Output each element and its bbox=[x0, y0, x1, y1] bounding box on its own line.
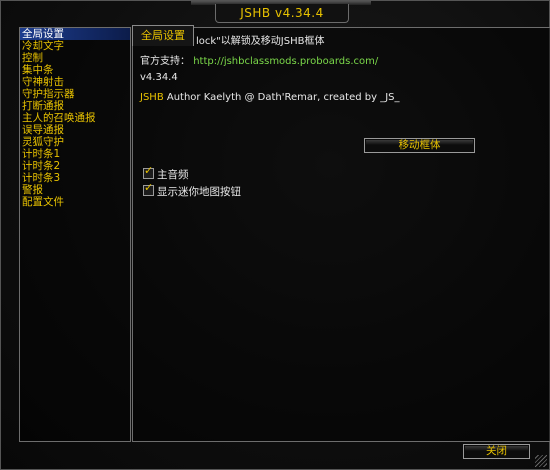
sidebar-item-aspect-indicator[interactable]: 守护指示器 bbox=[20, 88, 130, 100]
move-frames-label: 移动框体 bbox=[398, 139, 441, 151]
sidebar-item-cooldown-text[interactable]: 冷却文字 bbox=[20, 40, 130, 52]
checkmark-icon: ✓ bbox=[144, 181, 154, 194]
minimap-button-label: 显示迷你地图按钮 bbox=[157, 186, 241, 198]
credit-addon-name: JSHB bbox=[140, 92, 164, 103]
sidebar-item-global-settings[interactable]: 全局设置 bbox=[20, 28, 130, 40]
addon-options-window: JSHB v4.34.4 全局设置 冷却文字 控制 集中条 守神射击 守护指示器… bbox=[0, 0, 550, 470]
support-label: 官方支持： bbox=[140, 56, 190, 67]
sidebar-item-timer-bar-3[interactable]: 计时条3 bbox=[20, 172, 130, 184]
minimap-button-option[interactable]: ✓ 显示迷你地图按钮 bbox=[143, 181, 241, 198]
move-frames-button[interactable]: 移动框体 bbox=[364, 138, 475, 153]
panel-tab-global-settings[interactable]: 全局设置 bbox=[132, 25, 194, 46]
close-label: 关闭 bbox=[486, 445, 507, 457]
sidebar-item-alerts[interactable]: 警报 bbox=[20, 184, 130, 196]
unlock-instruction: lock"以解锁及移动JSHB框体 bbox=[196, 36, 325, 47]
master-audio-option[interactable]: ✓ 主音频 bbox=[143, 164, 189, 181]
minimap-button-checkbox[interactable]: ✓ bbox=[143, 181, 154, 196]
version-text: v4.34.4 bbox=[140, 72, 178, 83]
window-title: JSHB v4.34.4 bbox=[215, 4, 349, 23]
credit-author: Author Kaelyth @ Dath'Remar, created by … bbox=[163, 92, 400, 103]
master-audio-label: 主音频 bbox=[157, 169, 189, 181]
checkmark-icon: ✓ bbox=[144, 164, 154, 177]
sidebar-item-misdirect-announce[interactable]: 误导通报 bbox=[20, 124, 130, 136]
close-button[interactable]: 关闭 bbox=[463, 444, 530, 459]
sidebar-item-aspect-of-fox[interactable]: 灵狐守护 bbox=[20, 136, 130, 148]
sidebar-item-interrupt-announce[interactable]: 打断通报 bbox=[20, 100, 130, 112]
sidebar-item-profiles[interactable]: 配置文件 bbox=[20, 196, 130, 208]
sidebar-item-timer-bar-2[interactable]: 计时条2 bbox=[20, 160, 130, 172]
category-list[interactable]: 全局设置 冷却文字 控制 集中条 守神射击 守护指示器 打断通报 主人的召唤通报… bbox=[19, 27, 131, 442]
credit-line: JSHB Author Kaelyth @ Dath'Remar, create… bbox=[140, 92, 400, 103]
support-link[interactable]: http://jshbclassmods.proboards.com/ bbox=[193, 56, 378, 67]
settings-panel bbox=[132, 27, 550, 442]
sidebar-item-master-call-announce[interactable]: 主人的召唤通报 bbox=[20, 112, 130, 124]
sidebar-item-timer-bar-1[interactable]: 计时条1 bbox=[20, 148, 130, 160]
sidebar-item-crowd-control[interactable]: 控制 bbox=[20, 52, 130, 64]
resize-grip-icon[interactable] bbox=[535, 455, 547, 467]
master-audio-checkbox[interactable]: ✓ bbox=[143, 164, 154, 179]
sidebar-item-focus-bar[interactable]: 集中条 bbox=[20, 64, 130, 76]
support-line: 官方支持： http://jshbclassmods.proboards.com… bbox=[140, 52, 378, 67]
sidebar-item-shot[interactable]: 守神射击 bbox=[20, 76, 130, 88]
